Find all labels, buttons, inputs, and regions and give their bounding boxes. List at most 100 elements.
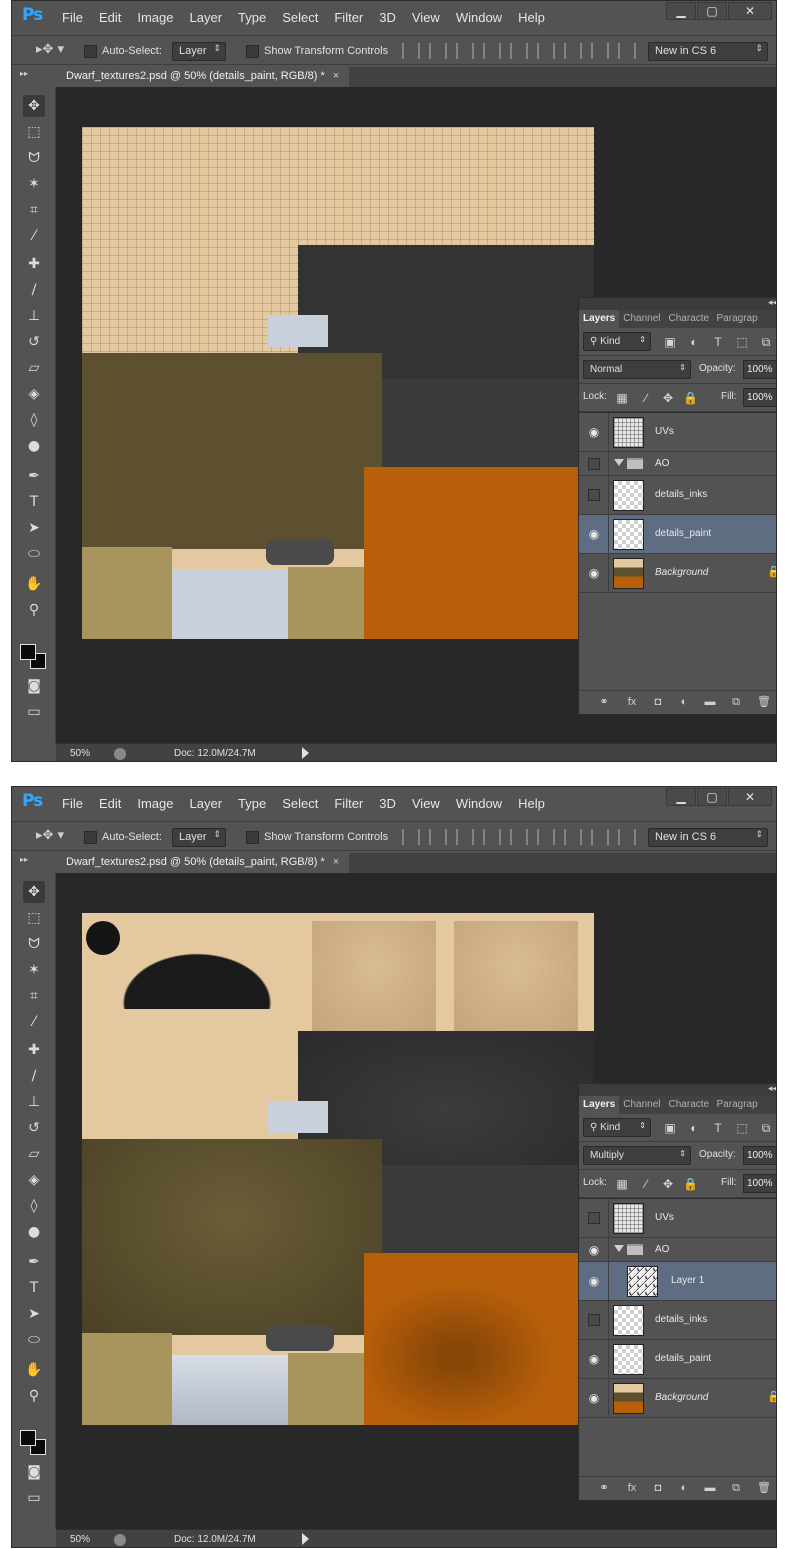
layer-row-ao-group[interactable]: AO — [579, 452, 776, 476]
kind-filter-select[interactable]: ⚲ Kind ⇕ — [583, 332, 651, 351]
tab-character[interactable]: Characte — [665, 1096, 713, 1114]
menu-window[interactable]: Window — [456, 796, 502, 811]
distribute-top-icon[interactable] — [564, 43, 582, 59]
lock-all-icon[interactable]: 🔒 — [683, 391, 698, 405]
eye-icon[interactable]: ◉ — [587, 1244, 601, 1256]
collapse-panel-icon[interactable]: ◂◂ — [768, 1083, 776, 1094]
kind-filter-select[interactable]: ⚲ Kind ⇕ — [583, 1118, 651, 1137]
pixel-filter-icon[interactable]: ▣ — [663, 335, 677, 349]
align-right-icon[interactable] — [537, 829, 555, 845]
expand-panels-icon[interactable]: ▸▸ — [20, 69, 28, 78]
lasso-tool-icon[interactable]: ᗢ — [23, 933, 45, 955]
group-expand-icon[interactable] — [614, 459, 624, 466]
blend-mode-select[interactable]: Multiply ⇕ — [583, 1146, 691, 1165]
new-group-icon[interactable]: ▬ — [703, 1481, 717, 1495]
opacity-input[interactable]: 100% — [743, 1146, 776, 1165]
lock-position-icon[interactable]: ✥ — [661, 391, 675, 405]
close-tab-icon[interactable]: × — [333, 856, 339, 868]
distribute-top-icon[interactable] — [564, 829, 582, 845]
type-tool-icon[interactable]: T — [23, 1277, 45, 1299]
foreground-color-swatch[interactable] — [20, 1430, 36, 1446]
menu-type[interactable]: Type — [238, 796, 266, 811]
clone-stamp-tool-icon[interactable]: ⊥ — [23, 1091, 45, 1113]
group-expand-icon[interactable] — [614, 1245, 624, 1252]
expand-panels-icon[interactable]: ▸▸ — [20, 855, 28, 864]
layer-row-details-inks[interactable]: details_inks — [579, 1301, 776, 1340]
menu-select[interactable]: Select — [282, 796, 318, 811]
smart-object-filter-icon[interactable]: ⧉ — [759, 1121, 773, 1135]
zoom-level[interactable]: 50% — [70, 748, 90, 759]
move-tool-icon[interactable]: ✥ — [23, 881, 45, 903]
paint-bucket-tool-icon[interactable]: ◈ — [23, 1169, 45, 1191]
distribute-vcenter-icon[interactable] — [591, 829, 609, 845]
layer-row-layer-1[interactable]: ◉ Layer 1 — [579, 1262, 776, 1301]
maximize-button[interactable]: ▢ — [697, 788, 727, 806]
align-hcenter-icon[interactable] — [510, 43, 528, 59]
type-filter-icon[interactable]: T — [711, 1121, 725, 1135]
menu-image[interactable]: Image — [137, 10, 173, 25]
auto-select-checkbox[interactable] — [84, 45, 97, 58]
screen-mode-icon[interactable]: ▭ — [23, 701, 45, 723]
fill-input[interactable]: 100% — [743, 388, 776, 407]
align-top-icon[interactable] — [402, 43, 420, 59]
show-transform-checkbox[interactable] — [246, 45, 259, 58]
visibility-toggle-off[interactable] — [588, 1212, 600, 1224]
tab-layers[interactable]: Layers — [579, 1096, 620, 1114]
document-tab[interactable]: Dwarf_textures2.psd @ 50% (details_paint… — [56, 67, 350, 87]
marquee-tool-icon[interactable]: ⬚ — [23, 907, 45, 929]
menu-layer[interactable]: Layer — [190, 10, 223, 25]
new-layer-icon[interactable]: ⧉ — [729, 695, 743, 709]
auto-select-target-select[interactable]: Layer ⇕ — [172, 42, 226, 61]
pixel-filter-icon[interactable]: ▣ — [663, 1121, 677, 1135]
delete-layer-icon[interactable]: 🗑 — [757, 1481, 771, 1495]
eraser-tool-icon[interactable]: ▱ — [23, 1143, 45, 1165]
opacity-input[interactable]: 100% — [743, 360, 776, 379]
adjustment-layer-icon[interactable]: ◐ — [677, 1481, 691, 1495]
clone-stamp-tool-icon[interactable]: ⊥ — [23, 305, 45, 327]
menu-view[interactable]: View — [412, 10, 440, 25]
foreground-color-swatch[interactable] — [20, 644, 36, 660]
shape-tool-icon[interactable]: ⬭ — [23, 1329, 45, 1351]
smart-object-filter-icon[interactable]: ⧉ — [759, 335, 773, 349]
status-menu-arrow-icon[interactable] — [302, 1533, 309, 1545]
lock-transparent-icon[interactable]: ▦ — [615, 391, 629, 405]
workspace-select[interactable]: New in CS 6 ⇕ — [648, 828, 768, 847]
menu-view[interactable]: View — [412, 796, 440, 811]
eyedropper-tool-icon[interactable]: ⁄ — [23, 1011, 45, 1033]
menu-edit[interactable]: Edit — [99, 10, 121, 25]
share-icon[interactable] — [114, 748, 126, 760]
layer-row-details-inks[interactable]: details_inks — [579, 476, 776, 515]
move-tool-icon[interactable]: ✥ — [23, 95, 45, 117]
show-transform-checkbox[interactable] — [246, 831, 259, 844]
pen-tool-icon[interactable]: ✒ — [23, 1251, 45, 1273]
move-tool-preset-icon[interactable]: ▸✥ ▾ — [36, 828, 70, 846]
menu-window[interactable]: Window — [456, 10, 502, 25]
eye-icon[interactable]: ◉ — [587, 426, 601, 438]
quick-mask-icon[interactable]: ◙ — [23, 1461, 45, 1483]
tab-channels[interactable]: Channel — [619, 310, 664, 328]
dodge-tool-icon[interactable]: ● — [23, 1221, 45, 1243]
zoom-level[interactable]: 50% — [70, 1534, 90, 1545]
texture-canvas[interactable] — [82, 127, 594, 639]
tab-paragraph[interactable]: Paragrap — [713, 310, 761, 328]
type-tool-icon[interactable]: T — [23, 491, 45, 513]
shape-filter-icon[interactable]: ⬚ — [735, 335, 749, 349]
magic-wand-tool-icon[interactable]: ✶ — [23, 173, 45, 195]
zoom-tool-icon[interactable]: ⚲ — [23, 599, 45, 621]
minimize-button[interactable]: ▁ — [666, 788, 696, 806]
status-menu-arrow-icon[interactable] — [302, 747, 309, 759]
eye-icon[interactable]: ◉ — [587, 567, 601, 579]
align-hcenter-icon[interactable] — [510, 829, 528, 845]
add-mask-icon[interactable]: ◘ — [651, 695, 665, 709]
path-selection-tool-icon[interactable]: ➤ — [23, 517, 45, 539]
auto-select-checkbox[interactable] — [84, 831, 97, 844]
layer-row-background[interactable]: ◉ Background 🔒 — [579, 1379, 776, 1418]
dodge-tool-icon[interactable]: ● — [23, 435, 45, 457]
fx-icon[interactable]: fx — [625, 1481, 639, 1495]
lock-image-icon[interactable]: ∕ — [639, 1177, 653, 1191]
document-tab[interactable]: Dwarf_textures2.psd @ 50% (details_paint… — [56, 853, 350, 873]
layer-row-uvs[interactable]: UVs — [579, 1199, 776, 1238]
layer-row-details-paint[interactable]: ◉ details_paint — [579, 515, 776, 554]
close-button[interactable]: ✕ — [728, 2, 772, 20]
link-layers-icon[interactable]: ⚭ — [597, 695, 611, 709]
